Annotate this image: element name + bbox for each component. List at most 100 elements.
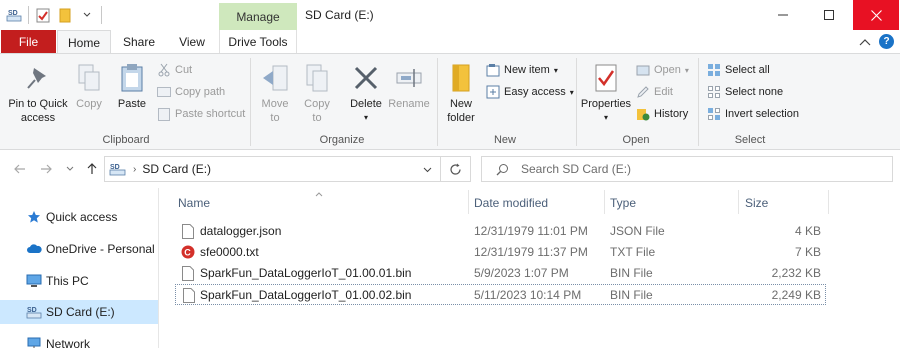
tab-drive-tools[interactable]: Drive Tools bbox=[219, 30, 297, 54]
qat-dropdown-icon[interactable] bbox=[79, 7, 95, 23]
rename-button[interactable]: Rename bbox=[388, 62, 430, 111]
help-icon[interactable]: ? bbox=[879, 34, 894, 49]
tab-view[interactable]: View bbox=[167, 30, 217, 54]
column-header-type[interactable]: Type bbox=[610, 195, 636, 211]
column-header-size[interactable]: Size bbox=[745, 195, 768, 211]
properties-icon[interactable] bbox=[35, 7, 51, 23]
forward-button[interactable] bbox=[38, 161, 54, 177]
cut-button[interactable]: Cut bbox=[157, 61, 192, 79]
easy-access-dropdown-icon: ▾ bbox=[569, 87, 574, 97]
nav-item-network[interactable]: Network bbox=[0, 332, 158, 348]
file-row[interactable]: C sfe0000.txt 12/31/1979 11:37 PM TXT Fi… bbox=[175, 242, 826, 263]
delete-label: Delete bbox=[350, 98, 382, 110]
recent-locations-button[interactable] bbox=[62, 161, 78, 177]
up-arrow-icon bbox=[87, 163, 97, 174]
copy-path-button[interactable]: Copy path bbox=[157, 83, 225, 101]
easy-access-button[interactable]: Easy access ▾ bbox=[486, 83, 574, 101]
file-type: TXT File bbox=[610, 245, 656, 259]
invert-selection-icon bbox=[707, 107, 721, 121]
copy-label: Copy bbox=[76, 98, 102, 110]
chevron-down-icon bbox=[66, 166, 74, 171]
select-group-label: Select bbox=[734, 134, 766, 146]
minimize-button[interactable] bbox=[760, 0, 806, 30]
address-bar[interactable]: SD › SD Card (E:) bbox=[104, 156, 441, 182]
copy-button[interactable]: Copy bbox=[72, 62, 106, 111]
easy-access-icon bbox=[486, 85, 500, 99]
pane-divider bbox=[158, 188, 159, 348]
select-none-button[interactable]: Select none bbox=[707, 83, 783, 101]
invert-selection-button[interactable]: Invert selection bbox=[707, 105, 799, 123]
close-icon bbox=[870, 9, 882, 21]
maximize-button[interactable] bbox=[806, 0, 852, 30]
search-box[interactable]: Search SD Card (E:) bbox=[481, 156, 893, 182]
breadcrumb-chevron-icon[interactable]: › bbox=[133, 164, 136, 175]
pc-icon bbox=[26, 273, 42, 289]
refresh-button[interactable] bbox=[441, 156, 471, 182]
column-header-name[interactable]: Name bbox=[178, 195, 210, 211]
breadcrumb-current[interactable]: SD Card (E:) bbox=[142, 162, 211, 176]
file-row[interactable]: SparkFun_DataLoggerIoT_01.00.01.bin 5/9/… bbox=[175, 263, 826, 284]
sort-up-icon bbox=[315, 186, 323, 200]
new-item-dropdown-icon: ▾ bbox=[553, 65, 558, 75]
file-size: 2,249 KB bbox=[771, 288, 821, 302]
nav-item-quick-access[interactable]: Quick access bbox=[0, 205, 158, 229]
delete-dropdown-icon: ▾ bbox=[363, 113, 368, 122]
file-name: SparkFun_DataLoggerIoT_01.00.01.bin bbox=[200, 266, 412, 280]
pin-icon bbox=[22, 62, 54, 94]
file-name: sfe0000.txt bbox=[200, 245, 259, 259]
move-to-button[interactable]: Move to bbox=[258, 62, 292, 125]
select-none-icon bbox=[707, 85, 721, 99]
copy-to-button[interactable]: Copy to bbox=[300, 62, 334, 125]
column-divider[interactable] bbox=[828, 190, 829, 214]
new-item-label: New item bbox=[504, 64, 550, 76]
divider bbox=[101, 6, 102, 24]
address-icon-text: SD bbox=[110, 164, 120, 171]
tab-home[interactable]: Home bbox=[57, 30, 111, 54]
nav-item-sd-card[interactable]: SD SD Card (E:) bbox=[0, 300, 158, 324]
copy-to-label: Copy bbox=[304, 98, 330, 110]
file-date: 12/31/1979 11:01 PM bbox=[474, 224, 588, 238]
delete-x-icon bbox=[350, 62, 382, 94]
copy-path-icon bbox=[157, 85, 171, 99]
pin-label-2: access bbox=[20, 112, 56, 124]
back-button[interactable] bbox=[12, 161, 28, 177]
file-row[interactable]: SparkFun_DataLoggerIoT_01.00.02.bin 5/11… bbox=[175, 284, 826, 305]
title-bar: SD Manage SD Card (E:) bbox=[0, 0, 900, 30]
sd-card-app-icon: SD bbox=[6, 7, 22, 23]
column-divider[interactable] bbox=[604, 190, 605, 214]
open-label: Open bbox=[654, 64, 681, 76]
folder-icon bbox=[445, 62, 477, 94]
column-divider[interactable] bbox=[738, 190, 739, 214]
paste-shortcut-button[interactable]: Paste shortcut bbox=[157, 105, 245, 123]
column-header-date[interactable]: Date modified bbox=[474, 195, 548, 211]
close-button[interactable] bbox=[853, 0, 899, 30]
minimize-icon bbox=[778, 14, 788, 16]
address-dropdown-icon[interactable] bbox=[423, 162, 432, 176]
new-folder-icon[interactable] bbox=[57, 7, 73, 23]
rename-label: Rename bbox=[388, 98, 430, 110]
file-name: SparkFun_DataLoggerIoT_01.00.02.bin bbox=[200, 288, 412, 302]
history-button[interactable]: History bbox=[636, 105, 688, 123]
new-folder-button[interactable]: New folder bbox=[443, 62, 479, 125]
edit-button[interactable]: Edit bbox=[636, 83, 673, 101]
nav-label: OneDrive - Personal bbox=[46, 242, 155, 256]
nav-item-this-pc[interactable]: This PC bbox=[0, 269, 158, 293]
pin-to-quick-access-button[interactable]: Pin to Quick access bbox=[6, 62, 70, 125]
file-size: 4 KB bbox=[794, 224, 821, 238]
column-divider[interactable] bbox=[468, 190, 469, 214]
properties-button[interactable]: Properties ▾ bbox=[580, 62, 632, 125]
up-button[interactable] bbox=[84, 161, 100, 177]
nav-item-onedrive[interactable]: OneDrive - Personal bbox=[0, 237, 158, 261]
edit-icon bbox=[636, 85, 650, 99]
collapse-ribbon-icon[interactable] bbox=[858, 35, 872, 49]
new-item-button[interactable]: New item ▾ bbox=[486, 61, 558, 79]
delete-button[interactable]: Delete ▾ bbox=[346, 62, 386, 125]
file-row[interactable]: datalogger.json 12/31/1979 11:01 PM JSON… bbox=[175, 221, 826, 242]
tab-share[interactable]: Share bbox=[113, 30, 165, 54]
select-all-button[interactable]: Select all bbox=[707, 61, 770, 79]
paste-button[interactable]: Paste bbox=[114, 62, 150, 111]
tab-file[interactable]: File bbox=[1, 30, 56, 54]
maximize-icon bbox=[824, 10, 834, 20]
open-button[interactable]: Open ▾ bbox=[636, 61, 689, 79]
properties-label: Properties bbox=[580, 98, 632, 110]
